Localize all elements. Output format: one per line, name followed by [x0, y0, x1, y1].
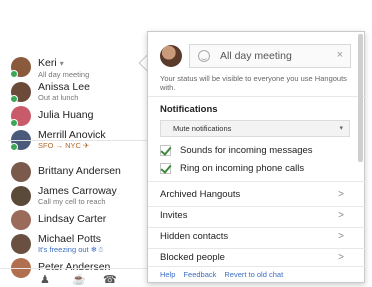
- chevron-down-icon[interactable]: ▾: [60, 59, 64, 68]
- contact-item[interactable]: Anissa Lee Out at lunch: [8, 79, 158, 104]
- avatar: [160, 45, 182, 67]
- contact-item[interactable]: Michael Potts It's freezing out ❄☃: [8, 231, 158, 256]
- menu-item-invites[interactable]: Invites >: [148, 205, 356, 226]
- contact-item[interactable]: Lindsay Carter: [8, 208, 158, 231]
- divider: [148, 181, 366, 182]
- mute-notifications-dropdown[interactable]: Mute notifications ▾: [160, 120, 350, 137]
- contact-name: James Carroway: [38, 184, 117, 197]
- chevron-right-icon: >: [338, 210, 344, 221]
- checkbox-label: Sounds for incoming messages: [180, 144, 313, 156]
- scrollbar[interactable]: [358, 34, 363, 162]
- status-input-value: All day meeting: [220, 50, 292, 62]
- contact-name: Merrill Anovick: [38, 128, 106, 141]
- divider: [148, 96, 366, 97]
- online-indicator: [10, 118, 18, 127]
- chevron-down-icon: ▾: [339, 125, 343, 132]
- menu-item-label: Archived Hangouts: [160, 189, 241, 200]
- settings-popup: All day meeting × Your status will be vi…: [147, 31, 366, 283]
- status-description: Your status will be visible to everyone …: [160, 74, 347, 93]
- avatar: [11, 185, 31, 206]
- phone-icon[interactable]: ☎: [103, 273, 117, 286]
- contacts-icon[interactable]: ♟: [40, 273, 50, 286]
- contact-status: SFO → NYC ✈: [38, 140, 90, 150]
- avatar: [11, 209, 31, 230]
- contact-item[interactable]: Julia Huang: [8, 104, 158, 127]
- mute-notifications-label: Mute notifications: [173, 124, 232, 133]
- notifications-heading: Notifications: [160, 104, 218, 115]
- contact-name: Michael Potts: [38, 232, 102, 245]
- ring-checkbox-row[interactable]: Ring on incoming phone calls: [160, 161, 304, 175]
- avatar: [11, 161, 31, 182]
- online-indicator: [10, 142, 18, 151]
- help-link[interactable]: Help: [160, 270, 175, 279]
- menu-item-label: Invites: [160, 210, 188, 221]
- contact-status: Call my cell to reach: [38, 196, 106, 206]
- avatar: [10, 56, 31, 78]
- avatar: [11, 233, 31, 254]
- bottom-tab-bar: ♟ ☕ ☎: [0, 268, 160, 287]
- online-indicator: [10, 69, 18, 78]
- contact-item[interactable]: Brittany Andersen: [8, 160, 158, 183]
- contact-list: Keri ▾ All day meeting Anissa Lee Out at …: [8, 54, 158, 279]
- feedback-link[interactable]: Feedback: [183, 270, 216, 279]
- contact-self[interactable]: Keri ▾ All day meeting: [8, 54, 158, 79]
- contact-status: Out at lunch: [38, 92, 79, 102]
- avatar: [10, 81, 31, 103]
- chevron-right-icon: >: [338, 189, 344, 200]
- sounds-checkbox[interactable]: [160, 144, 171, 156]
- section-divider: [8, 140, 158, 141]
- menu-item-label: Blocked people: [160, 252, 225, 263]
- close-icon[interactable]: ×: [337, 49, 343, 61]
- chat-icon[interactable]: ☕: [72, 273, 86, 286]
- contact-name: Julia Huang: [38, 108, 94, 121]
- contact-name: Lindsay Carter: [38, 212, 107, 225]
- checkbox-label: Ring on incoming phone calls: [180, 162, 305, 174]
- divider: [148, 266, 366, 267]
- contact-name: Keri: [38, 56, 57, 69]
- popup-footer: Help Feedback Revert to old chat: [160, 270, 291, 279]
- menu-item-archived-hangouts[interactable]: Archived Hangouts >: [148, 184, 356, 205]
- contact-name: Brittany Andersen: [38, 164, 121, 177]
- smiley-icon[interactable]: [198, 50, 210, 62]
- chevron-right-icon: >: [338, 252, 344, 263]
- revert-link[interactable]: Revert to old chat: [224, 270, 283, 279]
- menu-item-blocked-people[interactable]: Blocked people >: [148, 247, 356, 268]
- chevron-right-icon: >: [338, 231, 344, 242]
- menu-item-label: Hidden contacts: [160, 231, 229, 242]
- avatar: [10, 105, 31, 127]
- online-indicator: [10, 94, 18, 103]
- status-input[interactable]: All day meeting ×: [189, 44, 351, 68]
- sounds-checkbox-row[interactable]: Sounds for incoming messages: [160, 143, 313, 157]
- hangouts-window: Keri ▾ All day meeting Anissa Lee Out at …: [0, 0, 372, 287]
- contact-status: It's freezing out ❄☃: [38, 244, 104, 254]
- ring-checkbox[interactable]: [160, 162, 171, 174]
- menu-item-hidden-contacts[interactable]: Hidden contacts >: [148, 226, 356, 247]
- contact-item[interactable]: James Carroway Call my cell to reach: [8, 183, 158, 208]
- contact-name: Anissa Lee: [38, 80, 90, 93]
